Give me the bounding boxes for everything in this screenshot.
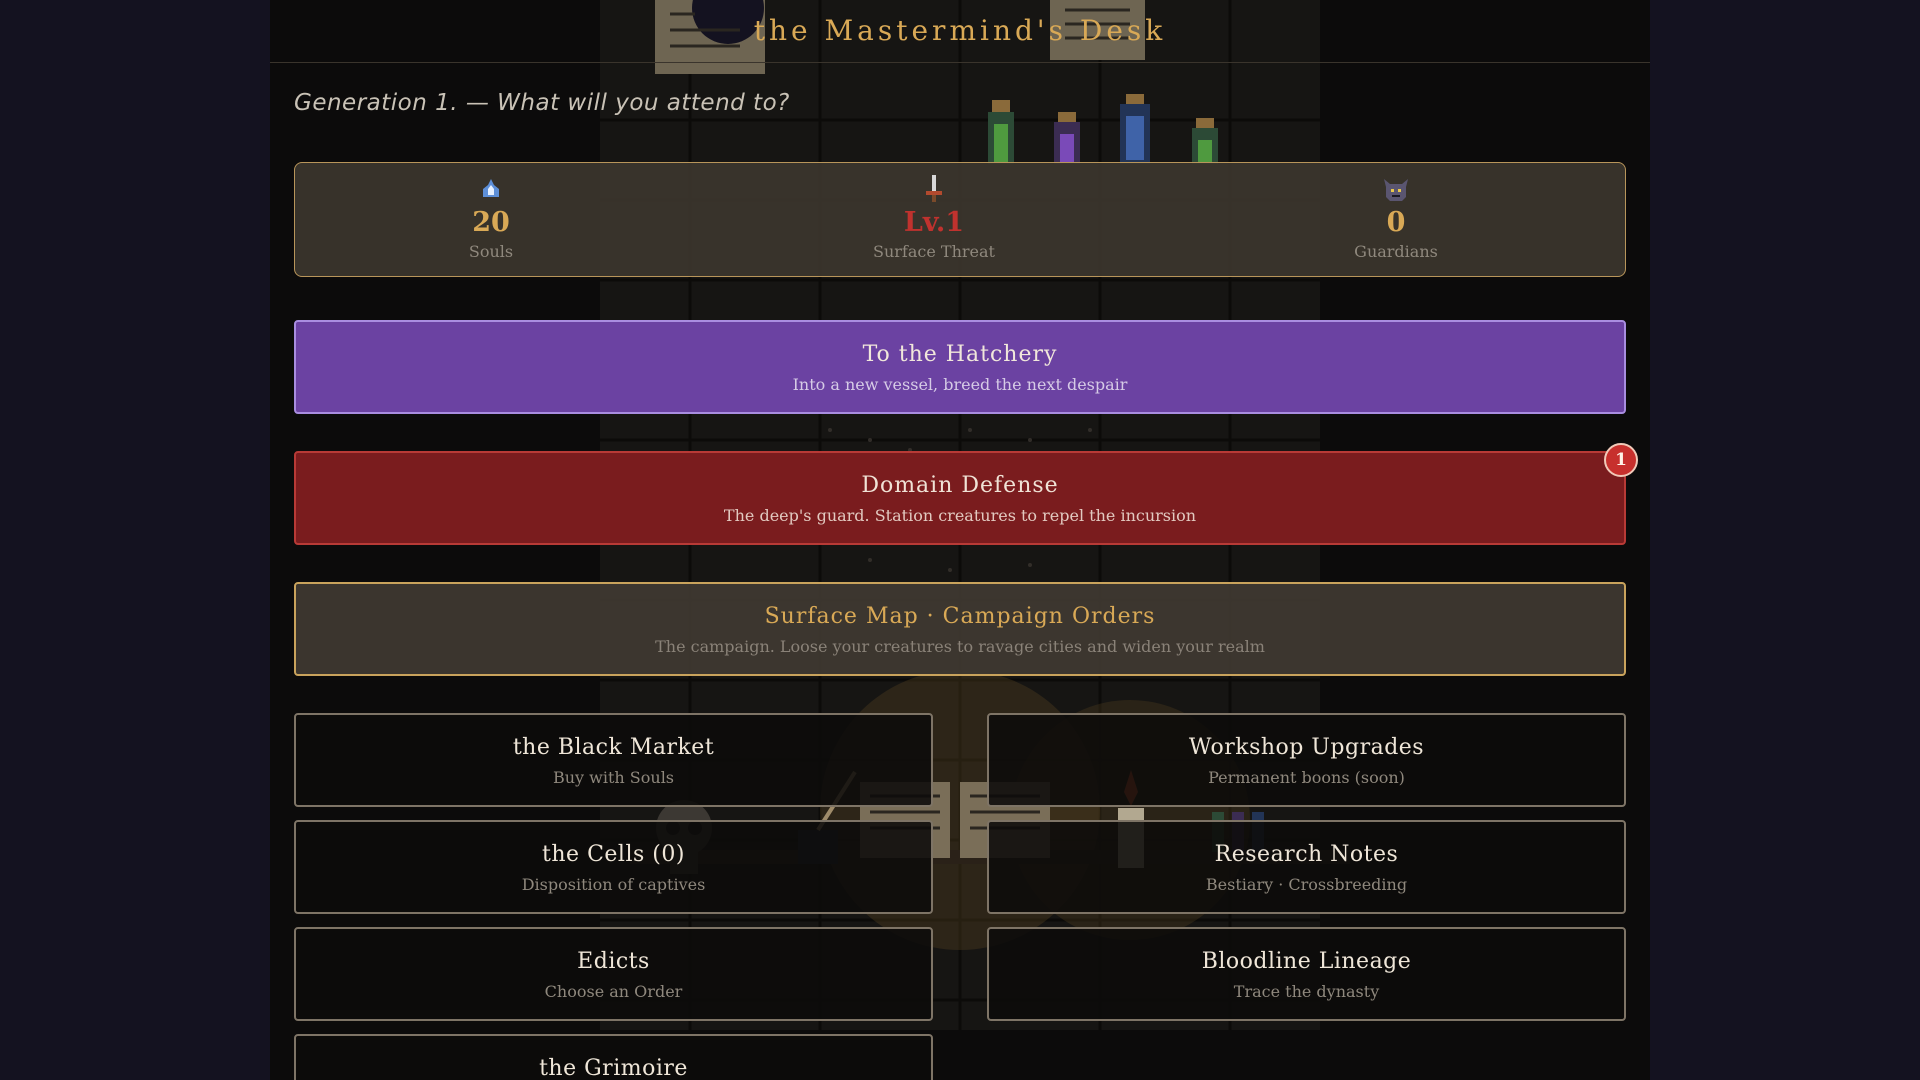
research-notes-button[interactable]: Research Notes Bestiary · Crossbreeding (987, 820, 1626, 914)
black-market-button[interactable]: the Black Market Buy with Souls (294, 713, 933, 807)
domain-defense-button[interactable]: Domain Defense The deep's guard. Station… (294, 443, 1638, 545)
menu-item-title: Bloodline Lineage (1201, 949, 1412, 974)
stats-panel: 20 Souls Lv.1 Surface Threat 0 Guardians (294, 162, 1626, 277)
surface-map-button[interactable]: Surface Map · Campaign Orders The campai… (294, 582, 1626, 676)
menu-item-title: the Black Market (512, 735, 715, 760)
demon-head-icon (1246, 173, 1546, 205)
menu-item-title: the Grimoire (539, 1056, 688, 1080)
workshop-upgrades-button[interactable]: Workshop Upgrades Permanent boons (soon) (987, 713, 1626, 807)
menu-item-subtitle: Choose an Order (544, 982, 683, 1001)
defense-subtitle: The deep's guard. Station creatures to r… (723, 506, 1197, 525)
defense-title: Domain Defense (861, 473, 1059, 498)
threat-value: Lv.1 (903, 207, 965, 238)
menu-item-title: Workshop Upgrades (1188, 735, 1425, 760)
menu-item-title: Edicts (577, 949, 650, 974)
hatchery-button[interactable]: To the Hatchery Into a new vessel, breed… (294, 320, 1626, 414)
page-title: the Mastermind's Desk (753, 14, 1167, 47)
edicts-button[interactable]: Edicts Choose an Order (294, 927, 933, 1021)
surface-title: Surface Map · Campaign Orders (764, 604, 1156, 629)
stat-threat: Lv.1 Surface Threat (784, 173, 1084, 261)
souls-value: 20 (472, 207, 510, 238)
menu-item-subtitle: Disposition of captives (521, 875, 706, 894)
surface-subtitle: The campaign. Loose your creatures to ra… (655, 637, 1265, 656)
hatchery-title: To the Hatchery (862, 342, 1058, 367)
stat-souls: 20 Souls (341, 173, 641, 261)
menu-item-title: Research Notes (1214, 842, 1399, 867)
guardians-label: Guardians (1354, 242, 1438, 261)
souls-label: Souls (468, 242, 514, 261)
grimoire-button[interactable]: the Grimoire (294, 1034, 933, 1080)
stat-guardians: 0 Guardians (1246, 173, 1546, 261)
bloodline-lineage-button[interactable]: Bloodline Lineage Trace the dynasty (987, 927, 1626, 1021)
menu-item-subtitle: Trace the dynasty (1233, 982, 1380, 1001)
menu-item-subtitle: Buy with Souls (552, 768, 675, 787)
notification-badge: 1 (1604, 443, 1638, 477)
generation-prompt: Generation 1. — What will you attend to? (294, 90, 790, 116)
threat-label: Surface Threat (873, 242, 995, 261)
hatchery-subtitle: Into a new vessel, breed the next despai… (792, 375, 1128, 394)
cells-button[interactable]: the Cells (0) Disposition of captives (294, 820, 933, 914)
menu-item-subtitle: Permanent boons (soon) (1208, 768, 1405, 787)
menu-item-title: the Cells (0) (542, 842, 685, 867)
menu-item-subtitle: Bestiary · Crossbreeding (1205, 875, 1408, 894)
sword-icon (784, 173, 1084, 205)
desk-panel: the Mastermind's Desk Generation 1. — Wh… (270, 0, 1650, 1080)
soul-flame-icon (341, 173, 641, 205)
header-bar: the Mastermind's Desk (270, 0, 1650, 63)
guardians-value: 0 (1386, 207, 1406, 238)
